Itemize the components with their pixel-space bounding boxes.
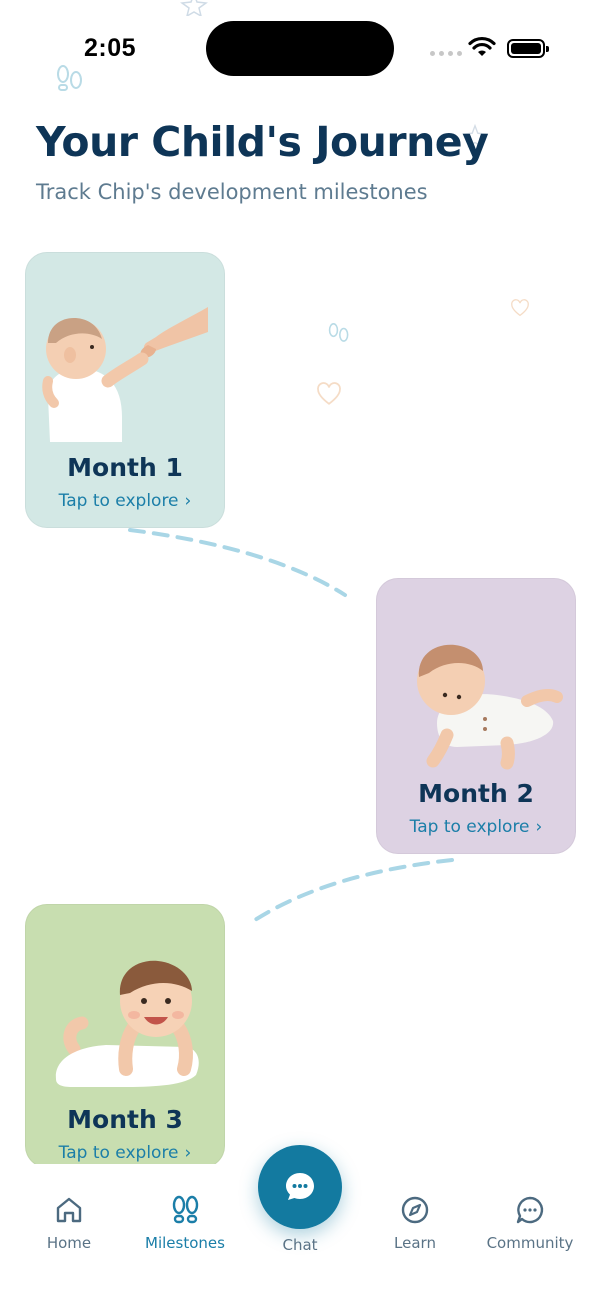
page-title: Your Child's Journey [36,118,489,166]
nav-label: Milestones [145,1234,225,1252]
page-subtitle: Track Chip's development milestones [36,180,428,204]
nav-community[interactable]: Community [475,1194,585,1252]
tap-to-explore-link[interactable]: Tap to explore › [377,817,575,837]
baby-holding-finger-icon [42,307,208,442]
chat-bubble-icon [516,1196,544,1224]
month-2-card[interactable]: Month 2 Tap to explore › [376,578,576,854]
baby-tummy-time-icon [417,644,563,770]
nav-home[interactable]: Home [14,1194,124,1252]
chevron-right-icon: › [184,1143,192,1163]
month-card-title: Month 3 [67,1105,183,1134]
nav-chat-label[interactable]: Chat [250,1236,350,1254]
nav-label: Home [46,1234,92,1252]
tap-to-explore-link[interactable]: Tap to explore › [26,491,224,511]
smiling-baby-lying-icon [55,960,199,1087]
chat-icon [286,1173,314,1200]
nav-label: Community [486,1234,574,1252]
chevron-right-icon: › [535,817,543,837]
month-3-card[interactable]: Month 3 Tap to explore › [25,904,225,1168]
home-icon [56,1197,82,1223]
month-card-title: Month 2 [418,779,534,808]
nav-label: Learn [394,1234,436,1252]
nav-learn[interactable]: Learn [360,1194,470,1252]
month-1-card[interactable]: Month 1 Tap to explore › [25,252,225,528]
nav-milestones[interactable]: Milestones [130,1194,240,1252]
compass-icon [401,1196,429,1224]
month-card-title: Month 1 [67,453,183,482]
chat-button[interactable] [258,1145,342,1229]
footprints-icon [172,1195,199,1224]
tap-to-explore-link[interactable]: Tap to explore › [26,1143,224,1163]
chevron-right-icon: › [184,491,192,511]
